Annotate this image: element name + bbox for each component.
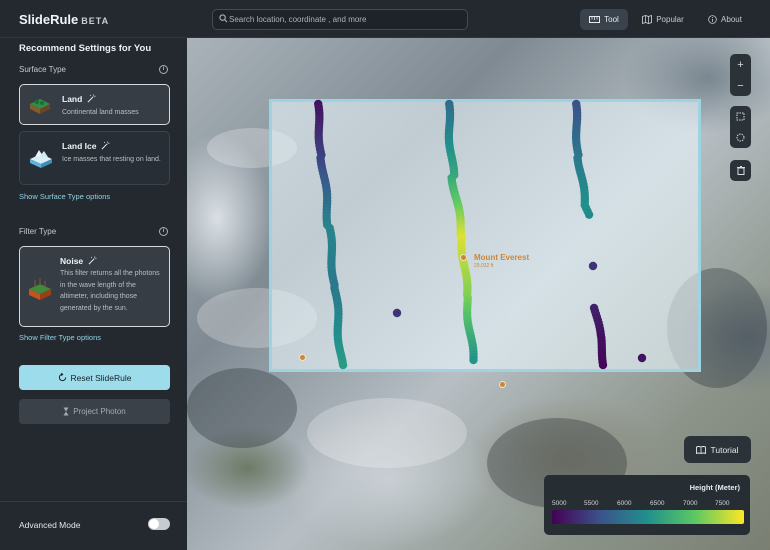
rectangle-icon — [736, 112, 745, 121]
photon-dot — [637, 353, 647, 363]
photon-tracks — [314, 99, 647, 370]
tutorial-label: Tutorial — [710, 444, 739, 455]
height-legend: Height (Meter) 5000 5500 6000 6500 7000 … — [544, 475, 750, 535]
toggle-knob — [149, 519, 159, 529]
legend-tick: 7500 — [715, 500, 730, 507]
nav-tool-button[interactable]: Tool — [580, 9, 628, 30]
ice-icon — [30, 150, 52, 168]
surface-card-land-ice[interactable]: Land Ice Ice masses that resting on land… — [19, 131, 170, 185]
land-icon — [30, 99, 50, 114]
map-icon — [642, 15, 653, 24]
filter-type-label: Filter Type — [19, 227, 57, 236]
filter-card-noise[interactable]: Noise This filter returns all the photon… — [19, 246, 170, 327]
nav-popular-button[interactable]: Popular — [637, 9, 689, 30]
noise-title: Noise — [60, 256, 84, 266]
reset-icon — [58, 373, 66, 382]
peak-elevation: 29,032 ft — [474, 263, 494, 269]
search-bar[interactable] — [212, 9, 468, 30]
land-ice-title: Land Ice — [62, 141, 97, 151]
search-icon — [219, 14, 228, 23]
zoom-out-button[interactable]: − — [730, 75, 751, 96]
legend-color-bar — [552, 510, 744, 524]
info-icon — [708, 15, 717, 24]
legend-title: Height (Meter) — [689, 483, 740, 492]
photon-dot — [338, 360, 348, 370]
noise-icon — [29, 278, 51, 300]
surface-type-label: Surface Type — [19, 65, 66, 74]
reset-sliderule-button[interactable]: Reset SlideRule — [19, 365, 170, 390]
peak-marker-icon — [299, 354, 306, 361]
peak-marker-icon — [460, 254, 467, 261]
show-filter-options-link[interactable]: Show Filter Type options — [19, 333, 101, 342]
photon-dot — [584, 210, 594, 219]
sidebar-title: Recommend Settings for You — [19, 43, 152, 54]
zoom-in-button[interactable]: + — [730, 54, 751, 75]
peak-marker-icon — [499, 381, 506, 388]
tutorial-button[interactable]: Tutorial — [684, 436, 751, 463]
delete-shape-button[interactable] — [730, 160, 751, 181]
land-desc: Continental land masses — [62, 109, 139, 116]
photon-label: Project Photon — [73, 407, 126, 416]
peak-name: Mount Everest — [474, 253, 530, 262]
draw-polygon-button[interactable] — [730, 127, 751, 148]
divider — [0, 501, 187, 502]
ruler-icon — [589, 16, 601, 23]
nav-about-label: About — [721, 15, 742, 24]
magic-wand-icon — [87, 94, 96, 103]
reset-label: Reset SlideRule — [70, 372, 132, 383]
advanced-mode-label: Advanced Mode — [19, 520, 81, 530]
project-photon-button[interactable]: Project Photon — [19, 399, 170, 424]
draw-controls — [730, 106, 751, 148]
land-ice-desc: Ice masses that resting on land. — [62, 156, 161, 163]
noise-desc: This filter returns all the photons in t… — [60, 270, 160, 312]
show-surface-options-link[interactable]: Show Surface Type options — [19, 192, 110, 201]
magic-wand-icon — [88, 256, 97, 265]
zoom-controls: + − — [730, 54, 751, 96]
legend-tick: 6000 — [617, 500, 632, 507]
legend-tick: 7000 — [683, 500, 698, 507]
app-name: SlideRule — [19, 12, 79, 27]
photon-dot — [469, 355, 478, 365]
photon-dot — [392, 308, 402, 318]
nav-about-button[interactable]: About — [702, 9, 748, 30]
search-input[interactable] — [229, 12, 463, 27]
advanced-mode-toggle[interactable] — [148, 518, 170, 530]
legend-tick: 5000 — [552, 500, 567, 507]
top-bar: SlideRuleBETA Tool Popular About — [0, 0, 770, 38]
filter-info-icon[interactable]: i — [159, 227, 168, 236]
polygon-icon — [736, 133, 745, 142]
photon-dot — [588, 261, 598, 271]
nav-tool-label: Tool — [604, 15, 619, 24]
draw-rectangle-button[interactable] — [730, 106, 751, 127]
legend-tick: 6500 — [650, 500, 665, 507]
delete-controls — [730, 160, 751, 181]
legend-tick: 5500 — [584, 500, 599, 507]
surface-info-icon[interactable]: i — [159, 65, 168, 74]
land-title: Land — [62, 94, 83, 104]
app-logo[interactable]: SlideRule BETA — [19, 12, 109, 27]
hourglass-icon — [63, 407, 69, 416]
book-icon — [696, 445, 707, 454]
photon-dot — [598, 360, 608, 370]
map-view[interactable]: Mount Everest 29,032 ft + − Tutorial Hei… — [187, 38, 770, 550]
settings-sidebar: Recommend Settings for You Surface Type … — [0, 38, 187, 550]
nav-popular-label: Popular — [656, 15, 684, 24]
trash-icon — [736, 166, 745, 175]
magic-wand-icon — [101, 141, 110, 150]
surface-card-land[interactable]: Land Continental land masses — [19, 84, 170, 125]
beta-badge: BETA — [81, 16, 110, 26]
